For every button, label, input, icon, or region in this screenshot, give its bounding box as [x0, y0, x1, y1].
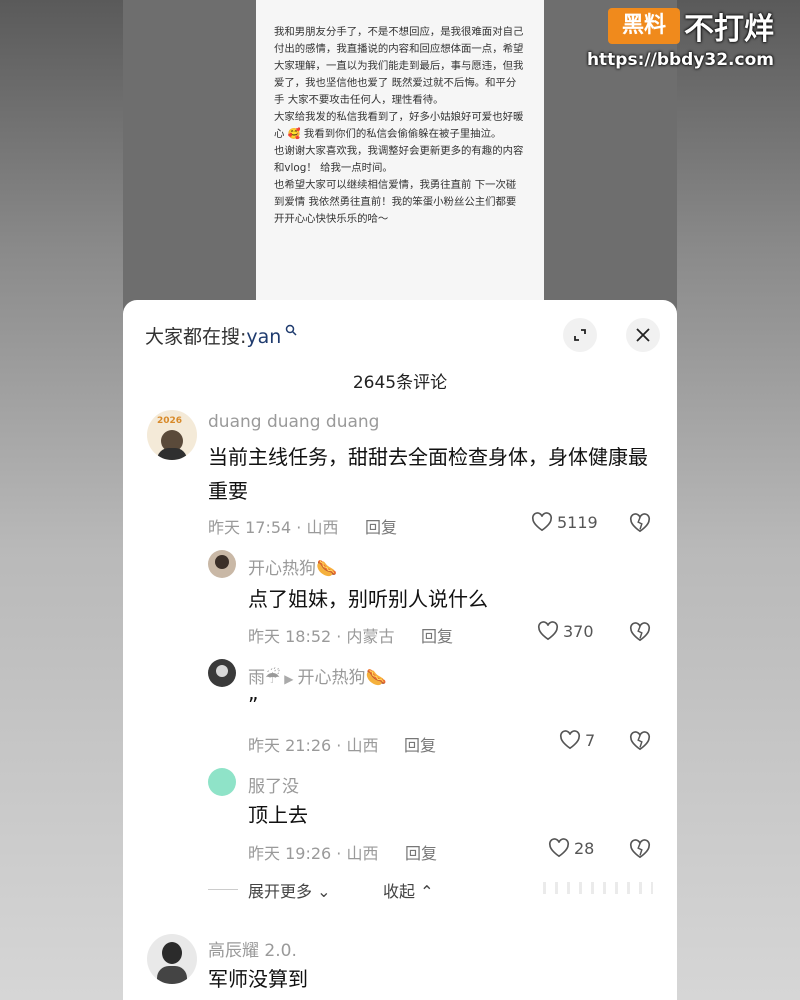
heart-icon [559, 730, 581, 750]
reply-button[interactable]: 回复 [365, 514, 397, 538]
trending-search-term[interactable]: yan [246, 326, 281, 348]
like-count: 7 [585, 730, 596, 750]
expand-more-label: 展开更多 [248, 882, 313, 901]
comment-meta: 昨天 17:54 · 山西 [208, 518, 339, 537]
comment-username-text: 雨☔ [248, 668, 281, 688]
search-icon [281, 324, 298, 340]
comment-username[interactable]: 开心热狗🌭 [248, 554, 337, 579]
watermark-title: 不打烊 [684, 12, 774, 47]
reply-arrow-icon: ▶ [284, 672, 294, 686]
avatar[interactable] [208, 550, 236, 578]
dislike-button[interactable] [629, 839, 651, 863]
collapse-button[interactable]: 收起 ⌃ [383, 878, 434, 902]
reply-button[interactable]: 回复 [404, 732, 436, 756]
note-paragraph: 我和男朋友分手了，不是不想回应，是我很难面对自己付出的感情，我直播说的内容和回应… [274, 26, 524, 106]
comment-username[interactable]: duang duang duang [208, 412, 379, 432]
dislike-icon [629, 839, 651, 859]
reply-button[interactable]: 回复 [421, 623, 453, 647]
watermark-url: https://bbdy32.com [586, 50, 774, 70]
note-paragraph: 也希望大家可以继续相信爱情，我勇往直前 下一次碰到爱情 我依然勇往直前！我的笨蛋… [274, 179, 517, 225]
expand-icon [574, 329, 586, 341]
comment-text: ” [248, 693, 259, 717]
like-count: 28 [574, 838, 595, 858]
breakup-note-image: 我和男朋友分手了，不是不想回应，是我很难面对自己付出的感情，我直播说的内容和回应… [256, 0, 544, 300]
like-count: 5119 [557, 512, 598, 532]
expand-more-button[interactable]: 展开更多 ⌄ [248, 878, 331, 902]
like-button[interactable]: 370 [537, 621, 594, 641]
comment-count: 2645条评论 [352, 373, 448, 393]
watermark: 黑料 不打烊 https://bbdy32.com [587, 4, 774, 70]
redacted-smudge [543, 882, 653, 894]
heart-icon [537, 621, 559, 641]
collapse-label: 收起 [383, 882, 416, 901]
dislike-button[interactable] [629, 513, 651, 537]
avatar-badge: 2026 [157, 416, 183, 426]
expand-button[interactable] [563, 318, 597, 352]
note-paragraph: 大家给我发的私信我看到了，好多小姑娘好可爱也好暖心 🥰 我看到你们的私信会偷偷躲… [274, 111, 524, 140]
dislike-button[interactable] [629, 622, 651, 646]
comment-text: 点了姐妹，别听别人说什么 [248, 587, 488, 611]
chevron-down-icon: ⌄ [317, 882, 331, 901]
divider [208, 889, 238, 890]
comment-meta: 昨天 18:52 · 内蒙古 [248, 627, 395, 646]
comment-meta: 昨天 19:26 · 山西 [248, 844, 379, 863]
comment-text: 军师没算到 [208, 967, 308, 991]
chevron-up-icon: ⌃ [420, 882, 434, 901]
heart-icon [531, 512, 553, 532]
avatar[interactable]: 2026 [147, 410, 197, 460]
like-button[interactable]: 7 [559, 730, 595, 750]
note-paragraph: 也谢谢大家喜欢我，我调整好会更新更多的有趣的内容 和vlog！ 给我一点时间。 [274, 145, 527, 174]
comment-username[interactable]: 高辰耀 2.0. [208, 936, 297, 961]
avatar[interactable] [208, 768, 236, 796]
like-button[interactable]: 5119 [531, 512, 598, 532]
dislike-icon [629, 731, 651, 751]
comment-sheet: 大家都在搜:yan 2645条评论 2026 duang duang duang… [123, 300, 677, 1000]
trending-search[interactable]: 大家都在搜:yan [145, 322, 298, 349]
dislike-icon [629, 622, 651, 642]
avatar[interactable] [208, 659, 236, 687]
reply-button[interactable]: 回复 [405, 840, 437, 864]
dislike-icon [629, 513, 651, 533]
reply-to-username[interactable]: 开心热狗🌭 [297, 668, 386, 688]
dislike-button[interactable] [629, 731, 651, 755]
like-button[interactable]: 28 [548, 838, 594, 858]
heart-icon [548, 838, 570, 858]
comment-text: 顶上去 [248, 803, 308, 827]
avatar[interactable] [147, 934, 197, 984]
close-icon [636, 328, 650, 342]
comment-username[interactable]: 雨☔ ▶ 开心热狗🌭 [248, 663, 387, 688]
like-count: 370 [563, 621, 594, 641]
comment-username[interactable]: 服了没 [248, 772, 299, 797]
close-button[interactable] [626, 318, 660, 352]
trending-search-prefix: 大家都在搜: [145, 326, 247, 348]
comment-meta: 昨天 21:26 · 山西 [248, 736, 379, 755]
watermark-logo: 黑料 [608, 8, 680, 44]
comment-text: 当前主线任务，甜甜去全面检查身体，身体健康最重要 [208, 445, 648, 503]
